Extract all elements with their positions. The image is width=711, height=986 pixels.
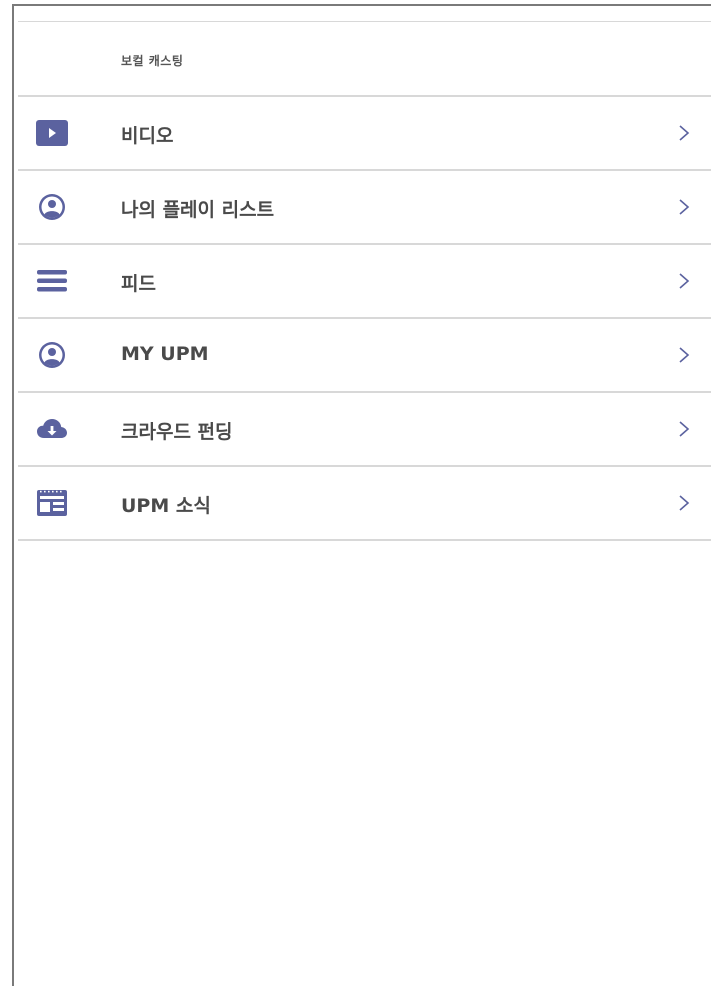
menu-item-label: UPM 소식	[121, 495, 211, 517]
menu-item-my-upm[interactable]: MY UPM	[18, 319, 711, 393]
menu-item-upm-news[interactable]: UPM 소식	[18, 467, 711, 541]
menu-item-my-playlist[interactable]: 나의 플레이 리스트	[18, 171, 711, 245]
user-circle-icon	[36, 341, 68, 369]
menu-header: 보컬 캐스팅	[18, 22, 711, 97]
menu-panel: 보컬 캐스팅 비디오 나의 플레이 리스트 피드 MY UPM 크라우드 펀딩 …	[12, 4, 711, 986]
menu-item-label: 피드	[121, 273, 156, 295]
chevron-right-icon	[679, 347, 690, 363]
menu-item-crowd-funding[interactable]: 크라우드 펀딩	[18, 393, 711, 467]
chevron-right-icon	[679, 125, 690, 141]
chevron-right-icon	[679, 421, 690, 437]
cloud-download-icon	[36, 415, 68, 443]
play-icon	[36, 119, 68, 147]
news-icon	[36, 489, 68, 517]
menu-item-label: MY UPM	[121, 343, 209, 365]
header-title: 보컬 캐스팅	[121, 54, 184, 68]
chevron-right-icon	[679, 273, 690, 289]
chevron-right-icon	[679, 495, 690, 511]
menu-icon	[36, 267, 68, 295]
menu-list: 비디오 나의 플레이 리스트 피드 MY UPM 크라우드 펀딩 UPM 소식	[18, 97, 711, 541]
menu-item-label: 나의 플레이 리스트	[121, 199, 275, 221]
chevron-right-icon	[679, 199, 690, 215]
user-circle-icon	[36, 193, 68, 221]
menu-item-label: 비디오	[121, 125, 174, 147]
menu-item-video[interactable]: 비디오	[18, 97, 711, 171]
menu-item-feed[interactable]: 피드	[18, 245, 711, 319]
menu-item-label: 크라우드 펀딩	[121, 421, 233, 443]
